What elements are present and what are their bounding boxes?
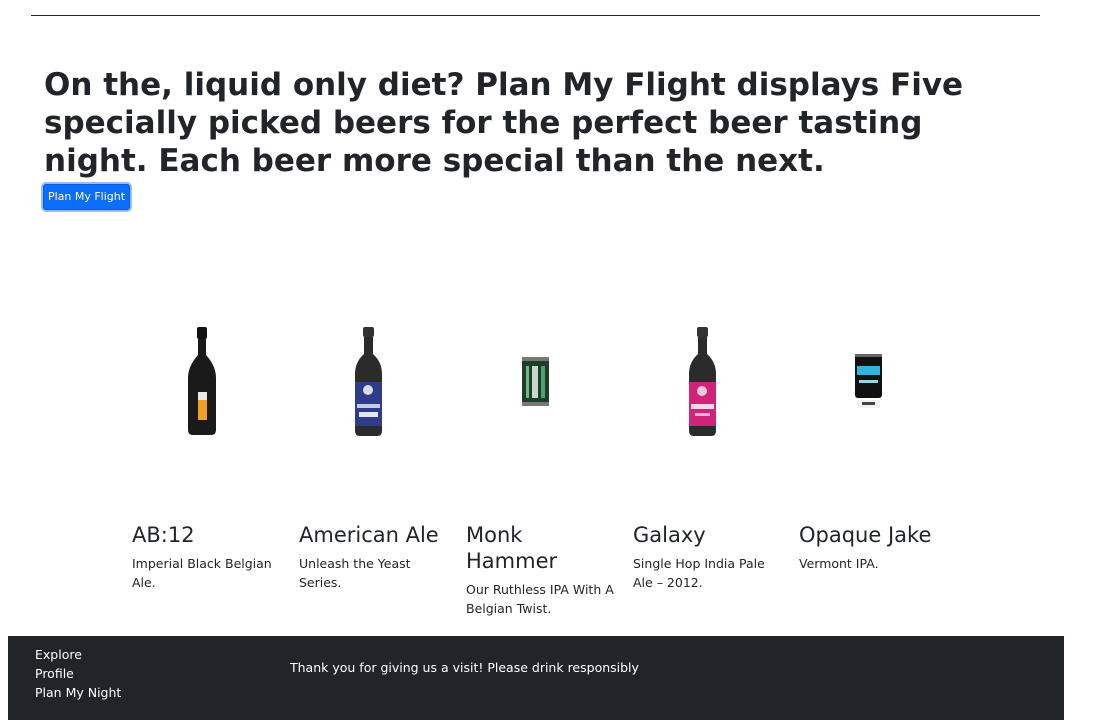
footer-link-explore[interactable]: Explore — [35, 645, 121, 664]
black-bottle-icon — [188, 327, 216, 435]
beer-description: Unleash the Yeast Series. — [299, 556, 411, 590]
beer-card-american-ale[interactable]: American Ale Unleash the Yeast Series. — [299, 300, 449, 592]
plan-my-flight-button[interactable]: Plan My Flight — [43, 184, 130, 210]
blue-label-bottle-icon — [355, 327, 382, 436]
beer-description: Imperial Black Belgian Ale. — [132, 556, 272, 590]
beer-image — [466, 300, 616, 470]
footer-message: Thank you for giving us a visit! Please … — [290, 660, 639, 675]
footer-link-profile[interactable]: Profile — [35, 664, 121, 683]
beer-name: Galaxy — [633, 523, 706, 547]
blue-can-icon — [855, 354, 882, 408]
pink-label-bottle-icon — [689, 327, 716, 436]
beer-card-monk-hammer[interactable]: Monk Hammer Our Ruthless IPA With A Belg… — [466, 300, 616, 618]
beer-card-opaque-jake[interactable]: Opaque Jake Vermont IPA. — [799, 300, 949, 573]
footer-nav: Explore Profile Plan My Night — [35, 645, 121, 702]
beer-description: Vermont IPA. — [799, 556, 879, 571]
beer-card-ab12[interactable]: AB:12 Imperial Black Belgian Ale. — [132, 300, 282, 592]
green-can-icon — [522, 357, 549, 406]
page-headline: On the, liquid only diet? Plan My Flight… — [44, 67, 964, 179]
footer-nav-item: Plan My Night — [35, 683, 121, 702]
beer-image — [299, 300, 449, 470]
footer-nav-item: Explore — [35, 645, 121, 664]
beer-name: AB:12 — [132, 523, 195, 547]
beer-card-galaxy[interactable]: Galaxy Single Hop India Pale Ale – 2012. — [633, 300, 783, 592]
beer-image — [132, 300, 282, 470]
beer-description: Our Ruthless IPA With A Belgian Twist. — [466, 582, 614, 616]
beer-image — [633, 300, 783, 470]
site-footer: Explore Profile Plan My Night Thank you … — [8, 636, 1064, 720]
footer-nav-item: Profile — [35, 664, 121, 683]
beer-image — [799, 300, 949, 470]
beer-description: Single Hop India Pale Ale – 2012. — [633, 556, 765, 590]
footer-link-plan-my-night[interactable]: Plan My Night — [35, 683, 121, 702]
beer-name: Opaque Jake — [799, 523, 932, 547]
top-divider — [31, 15, 1040, 16]
beer-name: American Ale — [299, 523, 439, 547]
beer-name: Monk Hammer — [466, 523, 558, 573]
